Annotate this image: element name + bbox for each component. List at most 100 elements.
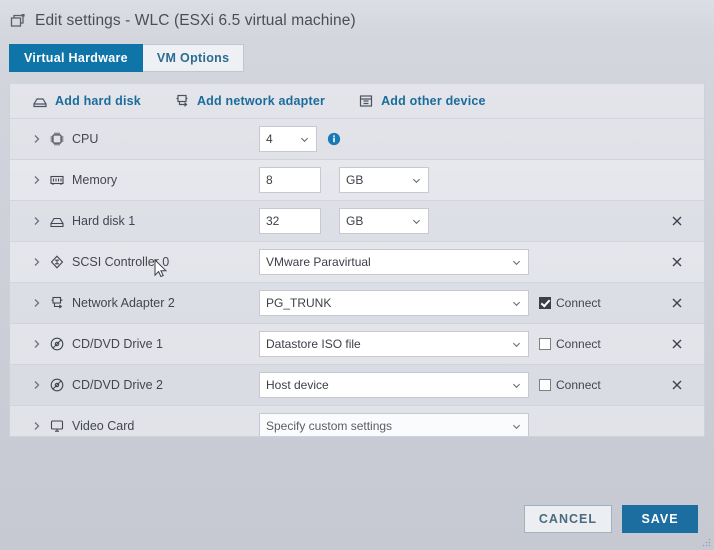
network-adapter-icon: [176, 94, 188, 107]
chevron-down-icon: [512, 383, 521, 388]
device-row-cpu[interactable]: CPU 4: [10, 118, 704, 159]
device-control-cpu: 4: [249, 126, 704, 152]
device-control-network-adapter-2: PG_TRUNK Connect: [249, 290, 704, 316]
device-list: CPU 4 Memory 8 GB Hard disk 1 32 GB SCSI…: [10, 118, 704, 436]
device-toolbar: Add hard disk Add network adapter Add ot…: [10, 84, 704, 118]
chevron-down-icon: [512, 342, 521, 347]
device-row-cd-dvd-drive-1[interactable]: CD/DVD Drive 1 Datastore ISO file Connec…: [10, 323, 704, 364]
device-name-cd-dvd-drive-1: CD/DVD Drive 1: [72, 337, 163, 351]
hard-disk-unit-select[interactable]: GB: [339, 208, 429, 234]
device-label-scsi-controller-0: SCSI Controller 0: [10, 254, 249, 270]
network-adapter-connect-checkbox[interactable]: Connect: [539, 296, 601, 310]
scsi-controller-type-select[interactable]: VMware Paravirtual: [259, 249, 529, 275]
device-label-cd-dvd-drive-2: CD/DVD Drive 2: [10, 377, 249, 393]
device-control-cd-dvd-drive-1: Datastore ISO file Connect: [249, 331, 704, 357]
scsi-controller-icon: [50, 255, 64, 269]
device-label-video-card: Video Card: [10, 418, 249, 434]
cd-dvd-drive-2-source-value: Host device: [266, 378, 329, 392]
chevron-down-icon: [412, 178, 421, 183]
tab-virtual-hardware[interactable]: Virtual Hardware: [9, 44, 143, 72]
memory-icon: [50, 175, 64, 185]
chevron-down-icon: [300, 137, 309, 142]
add-other-device-button[interactable]: Add other device: [358, 93, 486, 109]
add-network-adapter-label: Add network adapter: [196, 94, 326, 108]
remove-cd-dvd-drive-2-button[interactable]: [670, 378, 684, 392]
cancel-button[interactable]: CANCEL: [523, 505, 612, 533]
remove-scsi-controller-0-button[interactable]: [670, 255, 684, 269]
device-label-hard-disk-1: Hard disk 1: [10, 213, 249, 229]
chevron-right-icon[interactable]: [32, 134, 42, 144]
checkbox-unchecked-icon[interactable]: [539, 338, 551, 350]
device-control-cd-dvd-drive-2: Host device Connect: [249, 372, 704, 398]
device-control-scsi-controller-0: VMware Paravirtual: [249, 249, 704, 275]
device-row-hard-disk-1[interactable]: Hard disk 1 32 GB: [10, 200, 704, 241]
add-network-adapter-button[interactable]: Add network adapter: [174, 93, 325, 109]
cd-dvd-drive-1-source-select[interactable]: Datastore ISO file: [259, 331, 529, 357]
save-button[interactable]: SAVE: [622, 505, 698, 533]
device-control-memory: 8 GB: [249, 167, 704, 193]
device-name-memory: Memory: [72, 173, 118, 187]
chevron-right-icon[interactable]: [32, 175, 42, 185]
memory-size-value: 8: [266, 173, 273, 187]
cd-dvd-drive-2-connect-checkbox[interactable]: Connect: [539, 378, 601, 392]
vm-window-icon: [10, 14, 25, 27]
device-label-network-adapter-2: Network Adapter 2: [10, 295, 249, 311]
cd-dvd-drive-1-source-value: Datastore ISO file: [266, 337, 361, 351]
cd-dvd-drive-2-source-select[interactable]: Host device: [259, 372, 529, 398]
add-hard-disk-label: Add hard disk: [55, 94, 141, 108]
memory-unit-value: GB: [346, 173, 364, 187]
other-device-icon: [359, 95, 373, 107]
video-card-settings-select[interactable]: Specify custom settings: [259, 413, 529, 436]
cpu-icon: [50, 132, 64, 146]
device-row-network-adapter-2[interactable]: Network Adapter 2 PG_TRUNK Connect: [10, 282, 704, 323]
add-other-device-label: Add other device: [381, 94, 486, 108]
chevron-right-icon[interactable]: [32, 216, 42, 226]
remove-cd-dvd-drive-1-button[interactable]: [670, 337, 684, 351]
cpu-count-select[interactable]: 4: [259, 126, 317, 152]
memory-size-input[interactable]: 8: [259, 167, 321, 193]
tab-vm-options-label: VM Options: [156, 51, 230, 65]
device-row-scsi-controller-0[interactable]: SCSI Controller 0 VMware Paravirtual: [10, 241, 704, 282]
add-hard-disk-button[interactable]: Add hard disk: [32, 93, 141, 109]
network-adapter-portgroup-value: PG_TRUNK: [266, 296, 332, 310]
network-adapter-portgroup-select[interactable]: PG_TRUNK: [259, 290, 529, 316]
device-label-memory: Memory: [10, 172, 249, 188]
tab-vm-options[interactable]: VM Options: [142, 44, 245, 72]
chevron-right-icon[interactable]: [32, 298, 42, 308]
chevron-right-icon[interactable]: [32, 339, 42, 349]
device-name-cpu: CPU: [72, 132, 99, 146]
cd-dvd-drive-1-connect-label: Connect: [556, 337, 601, 351]
device-row-memory[interactable]: Memory 8 GB: [10, 159, 704, 200]
device-name-video-card: Video Card: [72, 419, 135, 433]
memory-unit-select[interactable]: GB: [339, 167, 429, 193]
dialog-titlebar: Edit settings - WLC (ESXi 6.5 virtual ma…: [0, 0, 714, 42]
checkbox-unchecked-icon[interactable]: [539, 379, 551, 391]
tab-virtual-hardware-label: Virtual Hardware: [24, 51, 128, 65]
network-adapter-icon: [51, 296, 63, 309]
info-icon[interactable]: [327, 132, 341, 146]
cd-dvd-icon: [50, 378, 64, 392]
hard-disk-icon: [33, 98, 47, 108]
device-name-hard-disk-1: Hard disk 1: [72, 214, 136, 228]
hard-disk-icon: [50, 217, 64, 228]
checkbox-checked-icon[interactable]: [539, 297, 551, 309]
chevron-right-icon[interactable]: [32, 421, 42, 431]
remove-network-adapter-2-button[interactable]: [670, 296, 684, 310]
dialog-title: Edit settings - WLC (ESXi 6.5 virtual ma…: [35, 12, 356, 29]
hard-disk-unit-value: GB: [346, 214, 364, 228]
chevron-right-icon[interactable]: [32, 257, 42, 267]
device-row-cd-dvd-drive-2[interactable]: CD/DVD Drive 2 Host device Connect: [10, 364, 704, 405]
cd-dvd-drive-1-connect-checkbox[interactable]: Connect: [539, 337, 601, 351]
hard-disk-size-value: 32: [266, 214, 280, 228]
device-row-video-card[interactable]: Video Card Specify custom settings: [10, 405, 704, 436]
chevron-right-icon[interactable]: [32, 380, 42, 390]
remove-hard-disk-1-button[interactable]: [670, 214, 684, 228]
device-label-cd-dvd-drive-1: CD/DVD Drive 1: [10, 336, 249, 352]
hard-disk-size-input[interactable]: 32: [259, 208, 321, 234]
resize-grip[interactable]: [702, 538, 711, 547]
cd-dvd-drive-2-connect-label: Connect: [556, 378, 601, 392]
chevron-down-icon: [512, 424, 521, 429]
dialog-footer: CANCEL SAVE: [0, 488, 714, 550]
device-name-network-adapter-2: Network Adapter 2: [72, 296, 175, 310]
scsi-controller-type-value: VMware Paravirtual: [266, 255, 371, 269]
